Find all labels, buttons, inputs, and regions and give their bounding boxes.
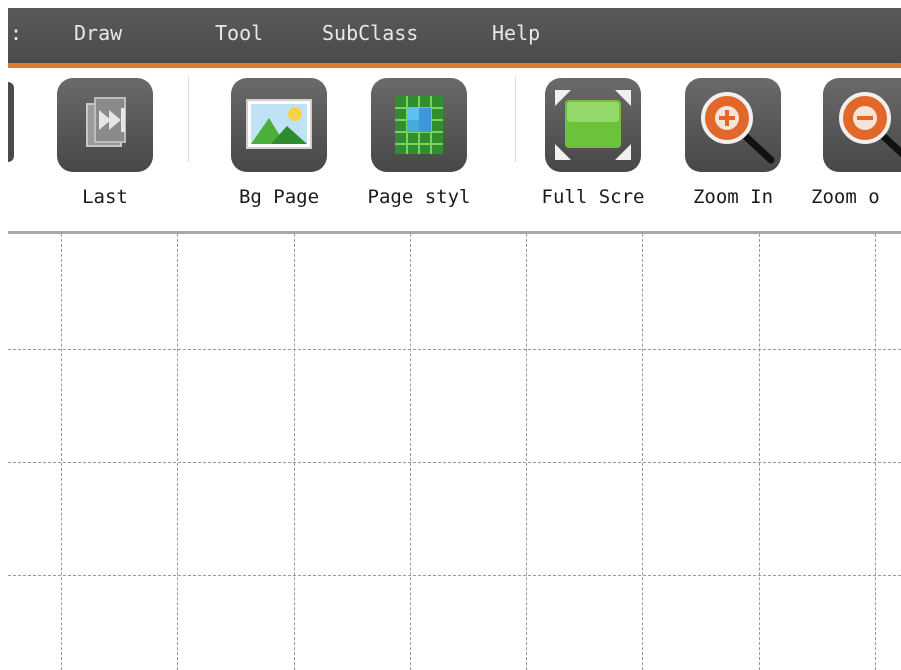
grid-line-vertical (759, 234, 760, 670)
zoom-out-label: Zoom o (811, 186, 880, 208)
grid-line-horizontal (8, 575, 901, 576)
page-style-label: Page styl (367, 186, 471, 208)
zoom-out-button[interactable]: Zoom o (811, 78, 901, 218)
bg-page-button[interactable]: Bg Page (231, 78, 327, 218)
grid-line-vertical (526, 234, 527, 670)
menu-subclass[interactable]: SubClass (322, 21, 418, 45)
menu-draw[interactable]: Draw (74, 21, 122, 45)
grid-line-vertical (410, 234, 411, 670)
background-image-icon (231, 78, 327, 172)
last-page-icon (57, 78, 153, 172)
zoom-in-label: Zoom In (692, 186, 774, 208)
page-style-button[interactable]: Page styl (368, 78, 470, 218)
menu-tool[interactable]: Tool (215, 21, 263, 45)
bg-page-label: Bg Page (238, 186, 320, 208)
drawing-canvas[interactable] (8, 234, 901, 670)
menu-bar: : Draw Tool SubClass Help (8, 8, 901, 63)
grid-line-vertical (642, 234, 643, 670)
toolbar-separator (188, 76, 189, 162)
full-screen-label: Full Scre (541, 186, 645, 208)
grid-line-vertical (294, 234, 295, 670)
toolbar-separator (515, 76, 516, 162)
grid-line-vertical (61, 234, 62, 670)
fullscreen-icon (545, 78, 641, 172)
last-label: Last (82, 186, 128, 208)
previous-tool-edge[interactable] (8, 82, 14, 162)
page-style-grid-icon (371, 78, 467, 172)
zoom-in-icon (685, 78, 781, 172)
last-button[interactable]: Last (57, 78, 153, 218)
zoom-in-button[interactable]: Zoom In (685, 78, 781, 218)
zoom-out-icon (823, 78, 901, 172)
grid-line-vertical (177, 234, 178, 670)
grid-line-horizontal (8, 462, 901, 463)
menu-item-fragment[interactable]: : (10, 21, 22, 45)
full-screen-button[interactable]: Full Scre (542, 78, 644, 218)
grid-line-vertical (875, 234, 876, 670)
menu-help[interactable]: Help (492, 21, 540, 45)
grid-line-horizontal (8, 349, 901, 350)
